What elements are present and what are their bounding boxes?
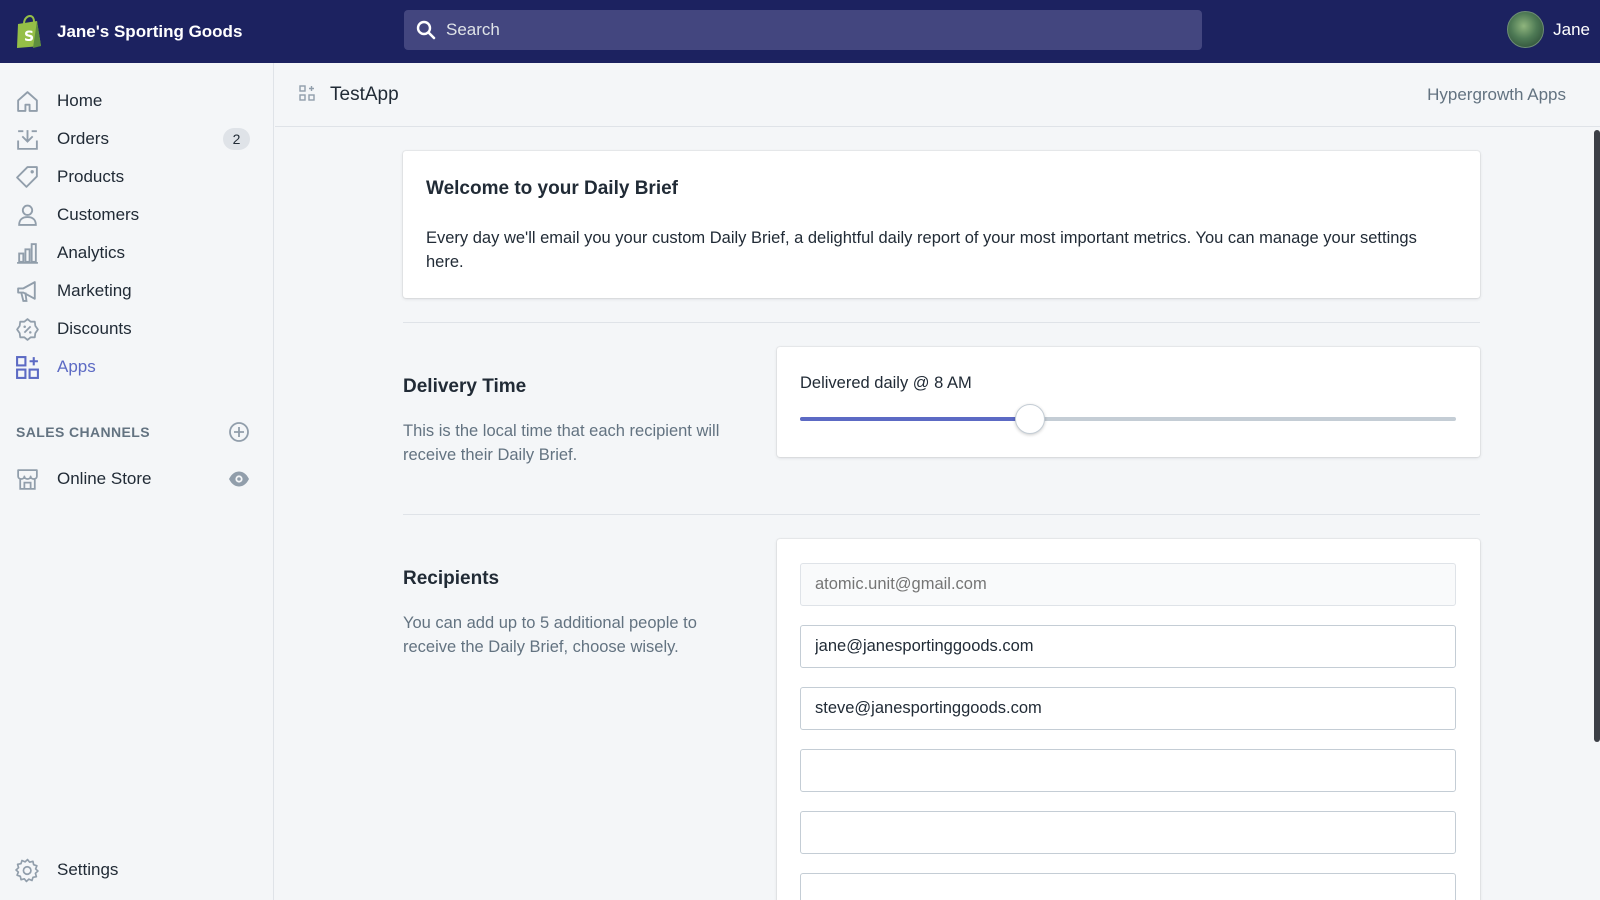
home-icon [17, 91, 38, 112]
scrollbar-thumb[interactable] [1594, 130, 1600, 742]
delivery-time-title: Delivery Time [403, 376, 527, 397]
sidebar-item-apps[interactable]: Apps [0, 348, 274, 386]
sales-channels-header: SALES CHANNELS [16, 422, 256, 442]
apps-icon [16, 356, 39, 379]
slider-fill [800, 417, 1030, 421]
store-brand[interactable]: S Jane's Sporting Goods [15, 14, 405, 49]
user-name: Jane [1553, 19, 1590, 39]
sidebar-item-label: Orders [57, 129, 109, 148]
sidebar-item-label: Apps [57, 357, 96, 376]
avatar [1507, 11, 1545, 48]
welcome-title: Welcome to your Daily Brief [426, 178, 678, 199]
store-name: Jane's Sporting Goods [57, 21, 243, 41]
user-menu[interactable]: Jane [1507, 11, 1590, 48]
recipients-card [777, 539, 1480, 900]
sidebar-item-analytics[interactable]: Analytics [0, 234, 274, 272]
sidebar-item-label: Analytics [57, 243, 126, 262]
sidebar-item-orders[interactable]: Orders 2 [0, 120, 274, 158]
orders-count-badge: 2 [223, 128, 250, 150]
sidebar-item-label: Online Store [57, 469, 152, 488]
megaphone-icon [17, 281, 36, 302]
primary-recipient-field [800, 563, 1456, 606]
sidebar: Home Orders 2 Products Customers Analyti… [0, 63, 274, 900]
recipient-email-field[interactable] [800, 811, 1456, 854]
recipients-description: You can add up to 5 additional people to… [403, 614, 697, 656]
search-bar[interactable] [404, 10, 1202, 50]
recipient-email-field[interactable] [800, 749, 1456, 792]
sidebar-item-label: Settings [57, 860, 119, 879]
delivery-time-slider[interactable] [800, 404, 1456, 434]
welcome-body: Every day we'll email you your custom Da… [426, 229, 1417, 271]
recipient-email-field[interactable] [800, 625, 1456, 668]
delivery-time-description: This is the local time that each recipie… [403, 422, 720, 464]
sidebar-item-products[interactable]: Products [0, 158, 274, 196]
sidebar-item-label: Discounts [57, 319, 132, 338]
delivery-time-card: Delivered daily @ 8 AM [777, 347, 1480, 457]
app-header: TestApp Hypergrowth Apps [275, 63, 1600, 127]
sidebar-item-home[interactable]: Home [0, 82, 274, 120]
welcome-card: Welcome to your Daily Brief Every day we… [403, 151, 1480, 298]
developer-link[interactable]: Hypergrowth Apps [1427, 85, 1566, 105]
add-sales-channel-icon[interactable] [228, 421, 250, 443]
gear-icon [15, 858, 39, 883]
sidebar-item-marketing[interactable]: Marketing [0, 272, 274, 310]
sidebar-item-label: Customers [57, 205, 140, 224]
sidebar-item-online-store[interactable]: Online Store [0, 460, 274, 498]
sidebar-item-label: Products [57, 167, 125, 186]
sidebar-item-settings[interactable]: Settings [0, 851, 274, 889]
svg-text:S: S [24, 29, 34, 45]
search-icon [416, 20, 436, 40]
recipient-email-field[interactable] [800, 873, 1456, 900]
view-store-eye-icon[interactable] [228, 470, 250, 488]
sidebar-item-customers[interactable]: Customers [0, 196, 274, 234]
store-icon [17, 469, 38, 490]
tag-icon [16, 166, 38, 188]
app-title: TestApp [330, 84, 399, 105]
sidebar-item-label: Home [57, 91, 103, 110]
person-icon [18, 204, 37, 226]
recipients-title: Recipients [403, 568, 500, 589]
top-bar: S Jane's Sporting Goods Jane [0, 0, 1600, 63]
app-grid-icon [299, 85, 315, 101]
sidebar-item-label: Marketing [57, 281, 132, 300]
recipient-email-field[interactable] [800, 687, 1456, 730]
search-input[interactable] [446, 20, 1146, 40]
section-divider [403, 322, 1480, 323]
bar-chart-icon [17, 243, 38, 264]
orders-icon [17, 130, 38, 150]
section-divider [403, 514, 1480, 515]
shopify-bag-icon: S [17, 14, 41, 48]
slider-thumb[interactable] [1015, 404, 1045, 434]
delivery-time-label: Delivered daily @ 8 AM [800, 374, 972, 392]
discount-icon [16, 318, 39, 341]
sidebar-item-discounts[interactable]: Discounts [0, 310, 274, 348]
sales-channels-label: SALES CHANNELS [16, 424, 150, 440]
